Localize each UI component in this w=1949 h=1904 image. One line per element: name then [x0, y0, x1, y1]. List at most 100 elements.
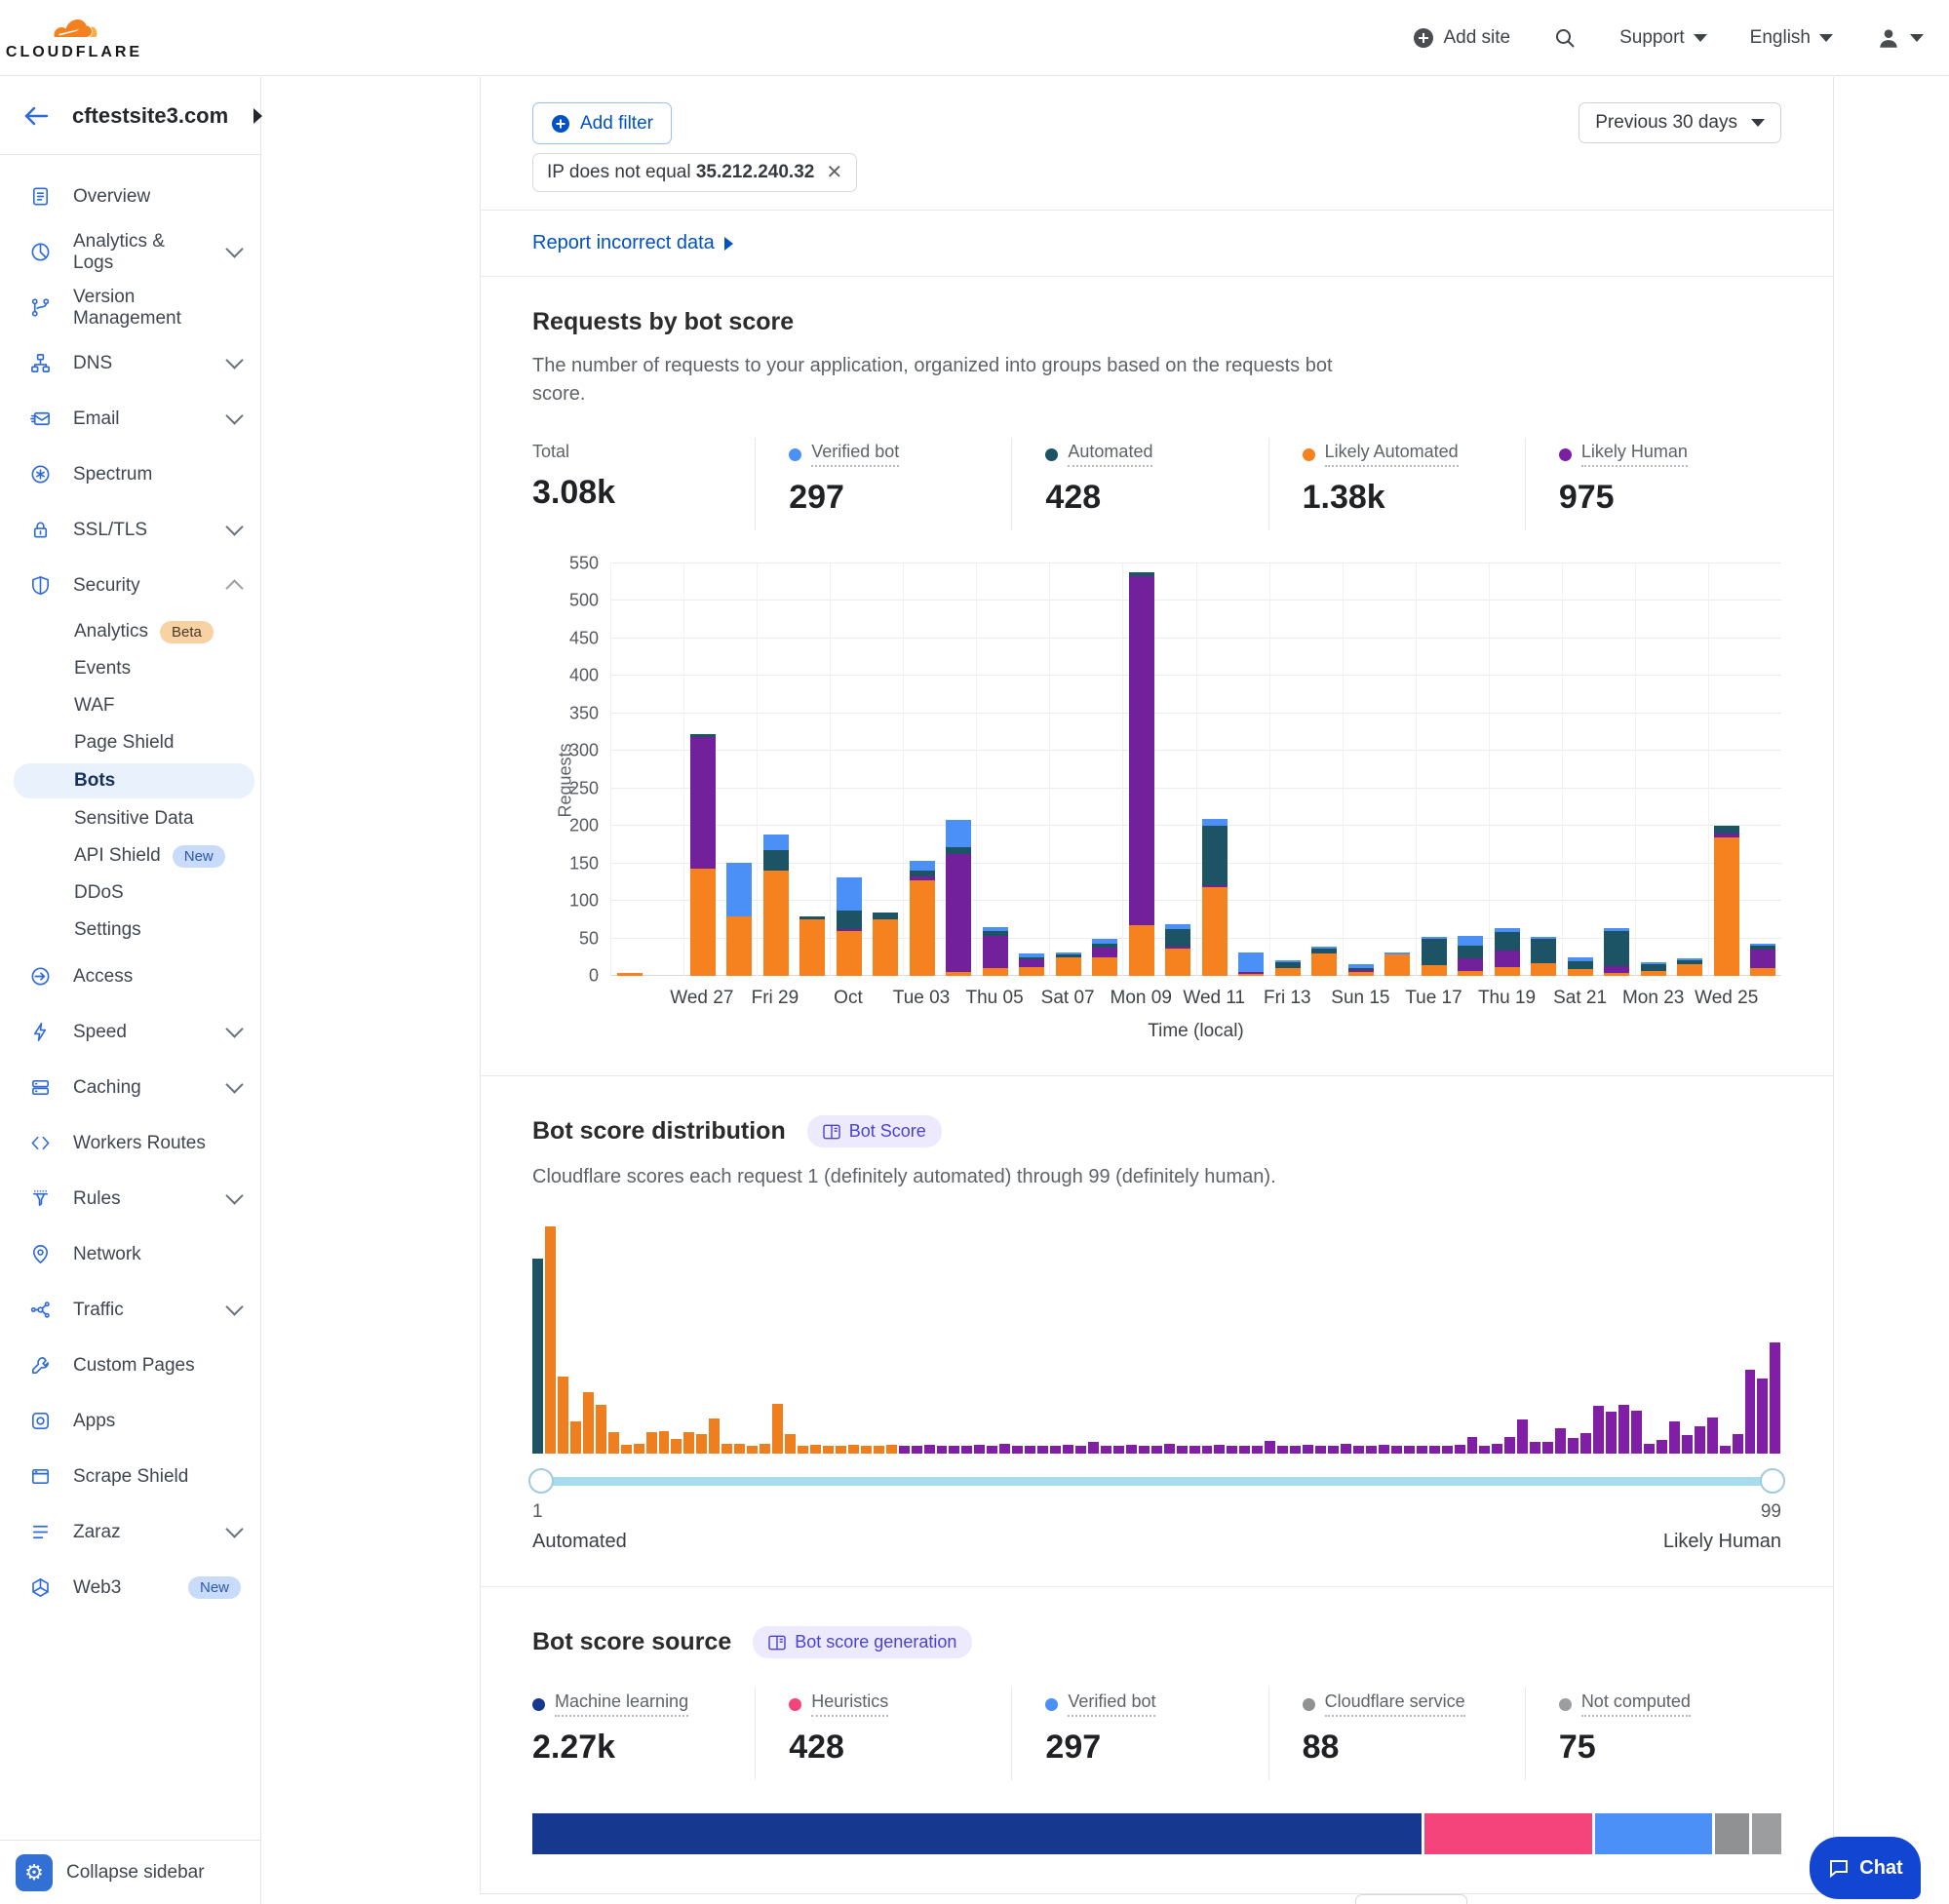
sidebar-item-network[interactable]: Network [0, 1226, 260, 1282]
sidebar-item-traffic[interactable]: Traffic [0, 1282, 260, 1338]
histogram-bar-score-30 [899, 1446, 910, 1454]
search-icon[interactable] [1553, 26, 1577, 50]
sidebar-item-speed[interactable]: Speed [0, 1004, 260, 1060]
sidebar-subitem-analytics[interactable]: AnalyticsBeta [0, 613, 260, 650]
chart-bar-slot [610, 563, 647, 976]
stat-label[interactable]: Verified bot [811, 442, 899, 467]
header-actions: Add site Support English [1413, 25, 1924, 51]
bar-segment-la [1458, 971, 1483, 976]
stacked-bar [946, 820, 971, 976]
chart-bar-slot [1233, 563, 1269, 976]
chevron-down-icon [225, 407, 243, 424]
sidebar-item-version-management[interactable]: Version Management [0, 280, 260, 335]
bot-score-generation-badge[interactable]: Bot score generation [753, 1626, 972, 1658]
sidebar-item-scrape-shield[interactable]: Scrape Shield [0, 1449, 260, 1504]
y-tick-label: 200 [569, 816, 599, 836]
sidebar-item-email[interactable]: Email [0, 391, 260, 447]
y-tick-label: 500 [569, 591, 599, 611]
stat-label[interactable]: Cloudflare service [1325, 1691, 1465, 1717]
bar-segment-vb [726, 863, 752, 916]
chart-bar-slot [1416, 563, 1453, 976]
stat-label[interactable]: Machine learning [555, 1691, 688, 1717]
report-incorrect-data-link[interactable]: Report incorrect data [532, 232, 733, 254]
date-range-dropdown[interactable]: Previous 30 days [1579, 102, 1781, 143]
sidebar-item-analytics-logs[interactable]: Analytics & Logs [0, 224, 260, 280]
histogram-bar-score-8 [621, 1445, 632, 1454]
sidebar-subitem-waf[interactable]: WAF [0, 687, 260, 724]
sidebar-item-workers-routes[interactable]: Workers Routes [0, 1115, 260, 1171]
stat-label[interactable]: Verified bot [1068, 1691, 1155, 1717]
sidebar-item-caching[interactable]: Caching [0, 1060, 260, 1115]
histogram-bar-score-41 [1037, 1446, 1048, 1454]
bar-segment-la [946, 972, 971, 976]
bar-segment-la [690, 869, 716, 976]
sidebar-subitem-settings[interactable]: Settings [0, 912, 260, 949]
add-site-button[interactable]: Add site [1413, 27, 1510, 49]
sidebar-subitem-api-shield[interactable]: API ShieldNew [0, 837, 260, 874]
bar-segment-vb [1458, 936, 1483, 947]
histogram-bar-score-85 [1593, 1406, 1604, 1454]
histogram-bar-score-92 [1682, 1435, 1693, 1454]
sidebar-item-custom-pages[interactable]: Custom Pages [0, 1338, 260, 1393]
account-menu[interactable] [1876, 25, 1924, 51]
bar-segment-au [1165, 929, 1190, 947]
slider-handle-min[interactable] [528, 1468, 554, 1494]
histogram-bar-score-54 [1202, 1446, 1213, 1454]
network-icon [29, 1243, 52, 1265]
histogram-bar-score-51 [1164, 1444, 1175, 1454]
sidebar-subitem-bots[interactable]: Bots [14, 763, 254, 798]
sidebar-subitem-page-shield[interactable]: Page Shield [0, 724, 260, 761]
x-tick-slot: Fri 29 [757, 988, 794, 1011]
histogram-bar-score-35 [961, 1446, 972, 1454]
sidebar-item-rules[interactable]: Rules [0, 1171, 260, 1226]
histogram-bar-score-27 [861, 1446, 872, 1454]
sidebar-item-label: Access [73, 966, 241, 988]
sidebar-item-ssl-tls[interactable]: SSL/TLS [0, 502, 260, 558]
bar-segment-vb [763, 835, 789, 849]
sidebar-subitem-events[interactable]: Events [0, 650, 260, 687]
stat-value: 88 [1303, 1729, 1525, 1767]
support-menu[interactable]: Support [1619, 27, 1707, 49]
chart-bar-slot [1635, 563, 1672, 976]
close-icon[interactable]: ✕ [826, 163, 842, 182]
histogram-bar-score-67 [1366, 1446, 1377, 1454]
sidebar-item-apps[interactable]: Apps [0, 1393, 260, 1449]
back-arrow-icon[interactable] [23, 105, 49, 127]
stat-label[interactable]: Likely Human [1581, 442, 1688, 467]
stat-label[interactable]: Not computed [1581, 1691, 1691, 1717]
sidebar-item-dns[interactable]: DNS [0, 335, 260, 391]
histogram-bar-score-37 [987, 1446, 997, 1454]
collapse-sidebar-button[interactable]: Collapse sidebar [66, 1862, 205, 1884]
stat-label[interactable]: Heuristics [811, 1691, 888, 1717]
sidebar-item-security[interactable]: Security [0, 558, 260, 613]
sidebar-item-web3[interactable]: Web3New [0, 1560, 260, 1615]
chevron-down-icon [1751, 119, 1765, 127]
chart-bar-slot [1159, 563, 1195, 976]
sidebar-item-overview[interactable]: Overview [0, 169, 260, 224]
histogram-bar-score-38 [999, 1444, 1010, 1454]
histogram-bar-score-64 [1328, 1446, 1339, 1454]
sidebar-item-spectrum[interactable]: Spectrum [0, 447, 260, 502]
filter-chip[interactable]: IP does not equal 35.212.240.32 ✕ [532, 153, 857, 192]
sidebar-item-label: Analytics & Logs [73, 231, 207, 274]
chevron-right-icon[interactable] [253, 108, 262, 124]
bot-score-badge[interactable]: Bot Score [807, 1115, 942, 1147]
stat-label[interactable]: Likely Automated [1325, 442, 1459, 467]
add-filter-button[interactable]: Add filter [532, 102, 672, 144]
histogram-bar-score-34 [949, 1446, 959, 1454]
sidebar-subitem-label: Sensitive Data [74, 808, 194, 830]
histogram-bar-score-84 [1580, 1433, 1591, 1454]
slider-handle-max[interactable] [1760, 1468, 1785, 1494]
stat-machine-learning: Machine learning2.27k [532, 1688, 755, 1780]
language-menu[interactable]: English [1750, 27, 1833, 49]
stat-label[interactable]: Automated [1068, 442, 1152, 467]
chat-button[interactable]: Chat [1810, 1837, 1921, 1899]
x-tick-slot: Thu 05 [976, 988, 1013, 1011]
sidebar-item-zaraz[interactable]: Zaraz [0, 1504, 260, 1560]
sidebar-item-access[interactable]: Access [0, 949, 260, 1004]
gear-icon[interactable]: ⚙ [16, 1854, 53, 1891]
sidebar-subitem-sensitive-data[interactable]: Sensitive Data [0, 800, 260, 837]
chart-bar-slot [1453, 563, 1489, 976]
sidebar-subitem-ddos[interactable]: DDoS [0, 874, 260, 912]
chart-bar-slot [1745, 563, 1781, 976]
